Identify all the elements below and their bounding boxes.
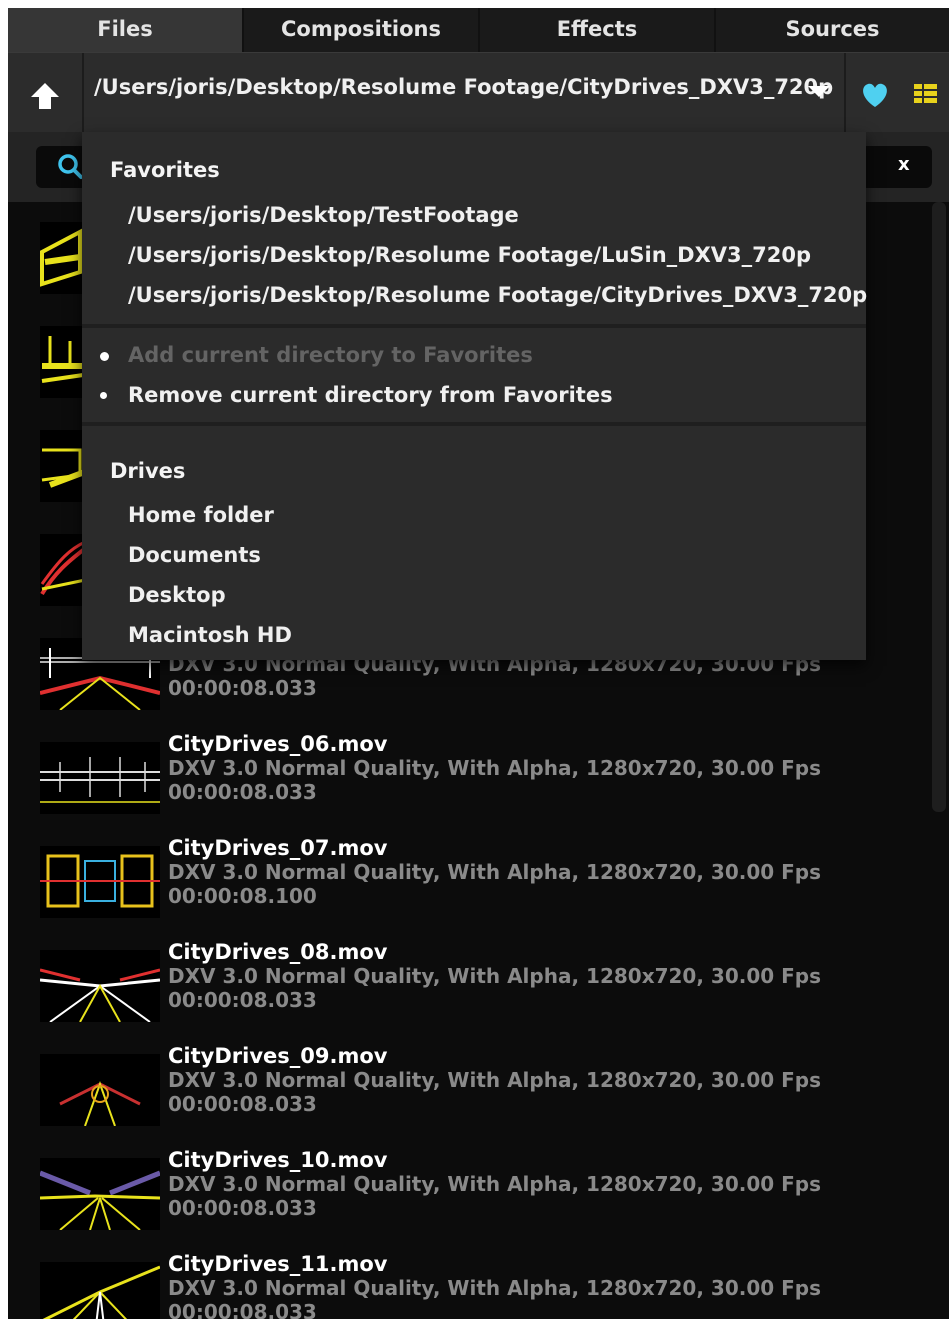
list-item[interactable]: CityDrives_06.mov DXV 3.0 Normal Quality… — [38, 732, 878, 838]
file-name: CityDrives_08.mov — [168, 940, 388, 964]
drive-item-macintosh-hd[interactable]: Macintosh HD — [128, 623, 292, 647]
heart-bullet-icon — [100, 352, 109, 361]
path-dropdown-menu: Favorites /Users/joris/Desktop/TestFoota… — [82, 132, 867, 660]
file-name: CityDrives_10.mov — [168, 1148, 388, 1172]
drive-item-home-folder[interactable]: Home folder — [128, 503, 274, 527]
list-item[interactable]: CityDrives_11.mov DXV 3.0 Normal Quality… — [38, 1252, 878, 1319]
list-item[interactable]: CityDrives_10.mov DXV 3.0 Normal Quality… — [38, 1148, 878, 1254]
file-name: CityDrives_09.mov — [168, 1044, 388, 1068]
favorite-item[interactable]: /Users/joris/Desktop/TestFootage — [128, 203, 519, 227]
add-favorite-item: Add current directory to Favorites — [128, 343, 533, 367]
thumbnail — [40, 1054, 160, 1126]
chevron-down-icon — [808, 86, 830, 97]
file-duration: 00:00:08.033 — [168, 1092, 317, 1116]
drives-heading: Drives — [110, 459, 186, 483]
file-name: CityDrives_06.mov — [168, 732, 388, 756]
file-info: DXV 3.0 Normal Quality, With Alpha, 1280… — [168, 1068, 822, 1092]
tab-sources[interactable]: Sources — [716, 8, 949, 52]
file-duration: 00:00:08.033 — [168, 1300, 317, 1319]
favorites-button[interactable] — [844, 53, 904, 133]
favorite-item[interactable]: /Users/joris/Desktop/Resolume Footage/Lu… — [128, 243, 811, 267]
file-browser-panel: Files Compositions Effects Sources /User… — [8, 8, 949, 1319]
path-bar: /Users/joris/Desktop/Resolume Footage/Ci… — [8, 52, 949, 133]
file-info: DXV 3.0 Normal Quality, With Alpha, 1280… — [168, 964, 822, 988]
thumbnail — [40, 1158, 160, 1230]
list-item[interactable]: CityDrives_07.mov DXV 3.0 Normal Quality… — [38, 836, 878, 942]
tab-files[interactable]: Files — [8, 8, 244, 52]
thumbnail — [40, 742, 160, 814]
remove-favorite-item[interactable]: Remove current directory from Favorites — [128, 383, 613, 407]
heart-icon — [863, 83, 887, 107]
thumbnail — [40, 950, 160, 1022]
file-duration: 00:00:08.033 — [168, 988, 317, 1012]
view-mode-button[interactable] — [904, 53, 949, 133]
parent-folder-button[interactable] — [8, 53, 84, 133]
file-duration: 00:00:08.033 — [168, 676, 317, 700]
arrow-up-icon — [31, 83, 59, 109]
file-name: CityDrives_11.mov — [168, 1252, 388, 1276]
scrollbar[interactable] — [932, 202, 946, 812]
menu-divider — [82, 422, 866, 426]
tab-compositions[interactable]: Compositions — [244, 8, 480, 52]
tab-effects[interactable]: Effects — [480, 8, 716, 52]
thumbnail — [40, 846, 160, 918]
drive-item-documents[interactable]: Documents — [128, 543, 261, 567]
menu-divider — [82, 324, 866, 328]
file-info: DXV 3.0 Normal Quality, With Alpha, 1280… — [168, 1172, 822, 1196]
broken-heart-bullet-icon — [100, 392, 107, 399]
file-duration: 00:00:08.033 — [168, 1196, 317, 1220]
file-info: DXV 3.0 Normal Quality, With Alpha, 1280… — [168, 860, 822, 884]
file-duration: 00:00:08.033 — [168, 780, 317, 804]
list-item[interactable]: CityDrives_08.mov DXV 3.0 Normal Quality… — [38, 940, 878, 1046]
file-duration: 00:00:08.100 — [168, 884, 317, 908]
thumbnail — [40, 1262, 160, 1319]
favorites-heading: Favorites — [110, 158, 220, 182]
current-path[interactable]: /Users/joris/Desktop/Resolume Footage/Ci… — [94, 75, 833, 99]
file-name: CityDrives_07.mov — [168, 836, 388, 860]
list-item[interactable]: CityDrives_09.mov DXV 3.0 Normal Quality… — [38, 1044, 878, 1150]
favorite-item[interactable]: /Users/joris/Desktop/Resolume Footage/Ci… — [128, 283, 867, 307]
tab-bar: Files Compositions Effects Sources — [8, 8, 949, 52]
clear-search-button[interactable]: x — [898, 154, 910, 175]
grid-view-icon — [914, 84, 937, 103]
path-dropdown-button[interactable] — [804, 83, 834, 103]
file-info: DXV 3.0 Normal Quality, With Alpha, 1280… — [168, 756, 822, 780]
file-info: DXV 3.0 Normal Quality, With Alpha, 1280… — [168, 1276, 822, 1300]
drive-item-desktop[interactable]: Desktop — [128, 583, 226, 607]
